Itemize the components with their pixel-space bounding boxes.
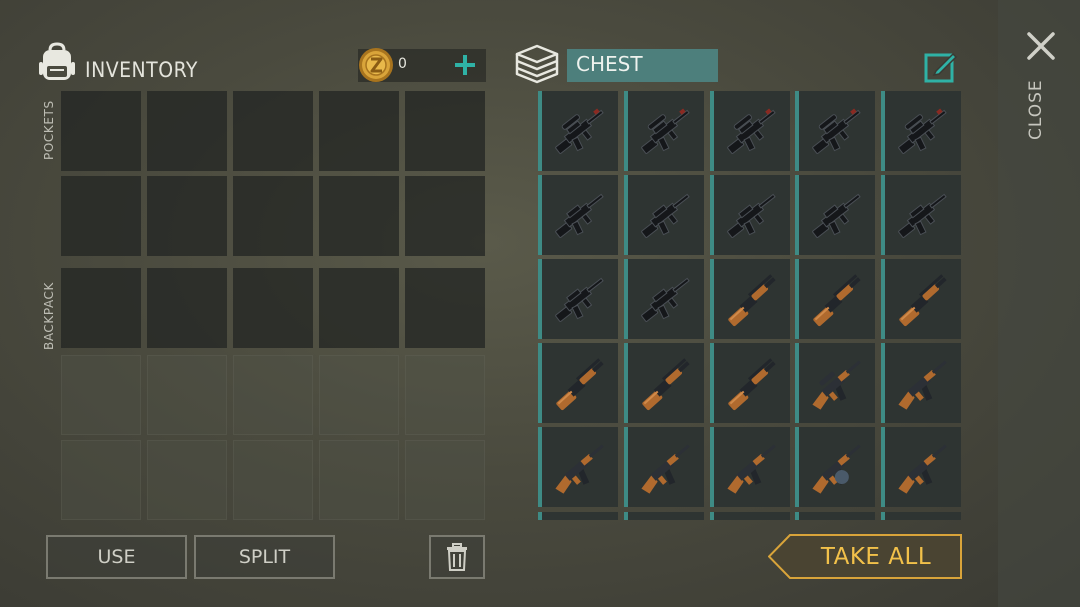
- chest-slot-shotgun[interactable]: [710, 343, 790, 423]
- chest-slot-rifle[interactable]: [710, 175, 790, 255]
- shotgun-icon: [728, 358, 776, 411]
- pocket-slot[interactable]: [319, 91, 399, 171]
- chest-slot-rifle-scoped[interactable]: [538, 91, 618, 171]
- rifle-icon: [555, 277, 604, 322]
- shotgun-icon: [899, 274, 947, 327]
- locked-slot: [233, 440, 313, 520]
- chest-slot-shotgun[interactable]: [795, 259, 875, 339]
- locked-slot: [319, 440, 399, 520]
- coin-icon: [359, 48, 393, 82]
- rifle-scoped-icon: [727, 108, 776, 154]
- close-button[interactable]: CLOSE: [1026, 79, 1046, 140]
- rifle-scoped-icon: [812, 108, 861, 154]
- rifle-scoped-icon: [898, 108, 947, 154]
- chest-slot-rifle-scoped[interactable]: [624, 91, 704, 171]
- use-button[interactable]: USE: [46, 535, 187, 579]
- chest-slot-ak[interactable]: [624, 427, 704, 507]
- trash-icon: [447, 543, 467, 571]
- pocket-slot[interactable]: [61, 176, 141, 256]
- pockets-label: POCKETS: [42, 100, 56, 160]
- trash-button[interactable]: [429, 535, 485, 579]
- inventory-title: INVENTORY: [85, 58, 198, 82]
- chest-slot-rifle[interactable]: [624, 175, 704, 255]
- locked-slot: [147, 440, 227, 520]
- backpack-label: BACKPACK: [42, 282, 56, 350]
- rifle-icon: [641, 277, 690, 322]
- chest-slot-rifle-scoped[interactable]: [710, 91, 790, 171]
- shotgun-icon: [728, 274, 776, 327]
- chest-slot-partial: [538, 512, 618, 520]
- pocket-slot[interactable]: [61, 91, 141, 171]
- backpack-slot[interactable]: [61, 268, 141, 348]
- rename-icon[interactable]: [924, 49, 958, 83]
- chest-icon: [515, 44, 559, 84]
- chest-slot-rifle[interactable]: [624, 259, 704, 339]
- chest-slot-partial: [624, 512, 704, 520]
- take-all-label: TAKE ALL: [820, 543, 932, 570]
- chest-slot-partial: [710, 512, 790, 520]
- backpack-slot[interactable]: [147, 268, 227, 348]
- chest-name-field[interactable]: CHEST: [567, 49, 718, 82]
- chest-slot-shotgun[interactable]: [881, 259, 961, 339]
- chest-slot-ak-scoped[interactable]: [795, 343, 875, 423]
- locked-slot: [405, 355, 485, 435]
- locked-slot: [319, 355, 399, 435]
- backpack-slot[interactable]: [319, 268, 399, 348]
- locked-slot: [147, 355, 227, 435]
- locked-slot: [405, 440, 485, 520]
- backpack-icon: [39, 42, 75, 80]
- chest-slot-shotgun[interactable]: [538, 343, 618, 423]
- rifle-scoped-icon: [641, 108, 690, 154]
- rifle-scoped-icon: [555, 108, 604, 154]
- chest-slot-ak[interactable]: [538, 427, 618, 507]
- ak-icon: [898, 360, 947, 410]
- rifle-icon: [555, 193, 604, 238]
- chest-slot-shotgun[interactable]: [710, 259, 790, 339]
- pocket-slot[interactable]: [147, 91, 227, 171]
- chest-slot-rifle[interactable]: [538, 259, 618, 339]
- ak-scoped-icon: [812, 360, 861, 410]
- ak-drum-icon: [812, 444, 861, 494]
- chest-slot-ak[interactable]: [881, 343, 961, 423]
- chest-slot-ak[interactable]: [710, 427, 790, 507]
- close-icon[interactable]: [1025, 30, 1057, 62]
- rifle-icon: [727, 193, 776, 238]
- chest-slot-partial: [795, 512, 875, 520]
- ak-icon: [898, 444, 947, 494]
- chest-slot-ak[interactable]: [881, 427, 961, 507]
- pocket-slot[interactable]: [147, 176, 227, 256]
- shotgun-icon: [642, 358, 690, 411]
- chest-slot-rifle[interactable]: [795, 175, 875, 255]
- shotgun-icon: [813, 274, 861, 327]
- ak-icon: [641, 444, 690, 494]
- rifle-icon: [812, 193, 861, 238]
- add-coins-button[interactable]: [448, 48, 482, 82]
- ak-icon: [555, 444, 604, 494]
- shotgun-icon: [556, 358, 604, 411]
- pocket-slot[interactable]: [319, 176, 399, 256]
- locked-slot: [61, 355, 141, 435]
- chest-slot-rifle-scoped[interactable]: [881, 91, 961, 171]
- chest-slot-rifle[interactable]: [538, 175, 618, 255]
- chest-slot-partial: [881, 512, 961, 520]
- chest-slot-rifle[interactable]: [881, 175, 961, 255]
- chest-slot-ak-drum[interactable]: [795, 427, 875, 507]
- chest-slot-rifle-scoped[interactable]: [795, 91, 875, 171]
- pocket-slot[interactable]: [233, 176, 313, 256]
- pocket-slot[interactable]: [405, 176, 485, 256]
- ak-icon: [727, 444, 776, 494]
- pocket-slot[interactable]: [405, 91, 485, 171]
- rifle-icon: [898, 193, 947, 238]
- pocket-slot[interactable]: [233, 91, 313, 171]
- locked-slot: [233, 355, 313, 435]
- coin-count: 0: [398, 56, 407, 72]
- locked-slot: [61, 440, 141, 520]
- backpack-slot[interactable]: [405, 268, 485, 348]
- split-button[interactable]: SPLIT: [194, 535, 335, 579]
- rifle-icon: [641, 193, 690, 238]
- backpack-slot[interactable]: [233, 268, 313, 348]
- chest-slot-shotgun[interactable]: [624, 343, 704, 423]
